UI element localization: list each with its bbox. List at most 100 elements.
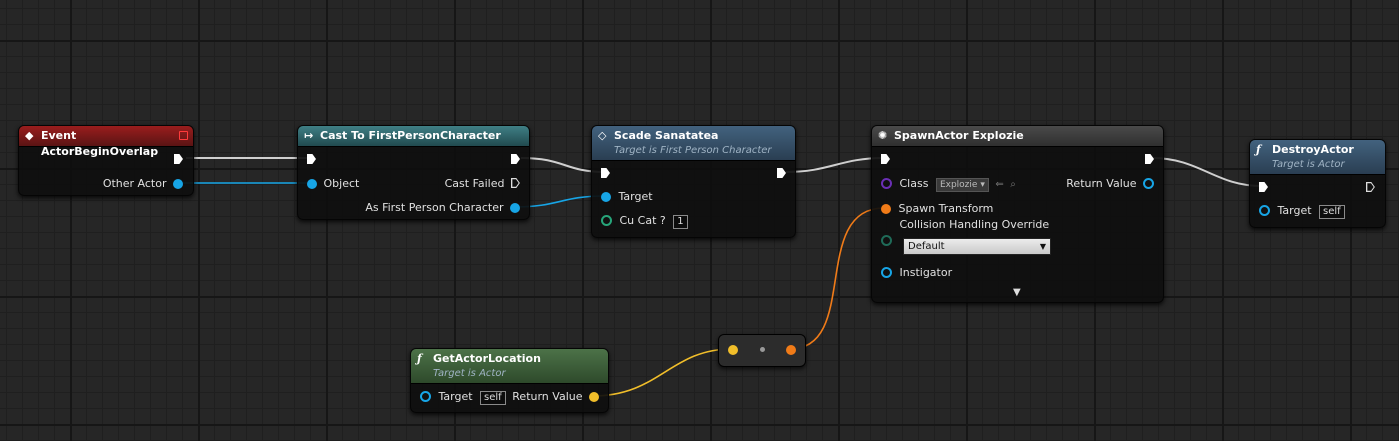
object-pin-icon (881, 267, 892, 278)
function-diamond-icon: ◇ (598, 129, 607, 142)
exec-pin-icon (881, 154, 890, 164)
spawn-class-label: Class (899, 177, 929, 190)
cu-cat-value-input[interactable]: 1 (673, 215, 688, 229)
cast-exec-out-pin[interactable] (511, 153, 520, 167)
scade-exec-out-pin[interactable] (777, 167, 786, 181)
getlocation-return-value-pin[interactable]: Return Value (512, 390, 599, 404)
spawn-return-value-pin[interactable]: Return Value (1066, 177, 1154, 191)
spawn-node-header[interactable]: ✺ SpawnActor Explozie (872, 126, 1163, 147)
int-pin-icon (601, 215, 612, 226)
cast-failed-label: Cast Failed (444, 177, 505, 190)
browse-magnifier-icon[interactable]: ⌕ (1010, 179, 1016, 190)
exec-pin-icon (307, 154, 316, 164)
exec-pin-icon (777, 168, 786, 178)
spawn-class-pin[interactable]: Class Explozie ▾ ⇐ ⌕ (881, 177, 1016, 192)
object-pin-icon (173, 179, 183, 189)
destroy-node-header[interactable]: ƒ DestroyActor Target is Actor (1250, 140, 1385, 175)
event-node-header[interactable]: ◆ Event ActorBeginOverlap (19, 126, 193, 158)
getlocation-node-title: GetActorLocation (433, 352, 541, 365)
delegate-pin-icon[interactable] (179, 131, 188, 140)
destroy-exec-in-pin[interactable] (1259, 181, 1268, 195)
exec-pin-icon (1145, 154, 1154, 164)
getlocation-node-subtitle: Target is Actor (433, 368, 506, 379)
destroyactor-node[interactable]: ƒ DestroyActor Target is Actor Target se… (1249, 139, 1386, 228)
collision-override-label: Collision Handling Override (899, 218, 1050, 231)
cast-object-pin[interactable]: Object (307, 177, 359, 191)
destroy-target-label: Target (1277, 204, 1312, 217)
scade-target-pin[interactable]: Target (601, 190, 653, 204)
cast-failed-pin[interactable]: Cast Failed (445, 177, 520, 191)
spawn-actor-icon: ✺ (878, 129, 888, 142)
destroy-target-pin[interactable]: Target self (1259, 204, 1345, 219)
destroy-target-value: self (1319, 205, 1345, 219)
scade-node-header[interactable]: ◇ Scade Sanatatea Target is First Person… (592, 126, 795, 161)
event-exec-out-pin[interactable] (174, 153, 183, 167)
destroy-node-subtitle: Target is Actor (1272, 159, 1345, 170)
scade-target-label: Target (618, 190, 653, 203)
cast-to-firstpersoncharacter-node[interactable]: ↦ Cast To FirstPersonCharacter Object Ca… (297, 125, 530, 220)
destroy-exec-out-pin[interactable] (1366, 181, 1375, 195)
cast-node-header[interactable]: ↦ Cast To FirstPersonCharacter (298, 126, 529, 147)
transform-pin-icon (881, 204, 891, 214)
other-actor-pin[interactable]: Other Actor (103, 177, 183, 191)
spawn-node-title: SpawnActor Explozie (894, 129, 1024, 142)
conversion-dot-icon (760, 347, 765, 352)
byte-pin-icon (881, 235, 892, 246)
use-selected-arrow-icon[interactable]: ⇐ (995, 179, 1003, 190)
cast-node-title: Cast To FirstPersonCharacter (320, 129, 501, 142)
as-first-person-character-pin[interactable]: As First Person Character (365, 201, 520, 215)
blueprint-graph-canvas[interactable]: ◆ Event ActorBeginOverlap Other Actor ↦ … (0, 0, 1399, 441)
vector-to-transform-conversion-node[interactable] (718, 334, 806, 367)
exec-hollow-pin-icon (1366, 182, 1375, 192)
event-diamond-icon: ◆ (25, 129, 34, 142)
object-pin-icon (1143, 178, 1154, 189)
expand-advanced-chevron-icon[interactable]: ▼ (1013, 286, 1021, 300)
collision-override-dropdown[interactable]: Default (903, 238, 1051, 255)
spawn-exec-in-pin[interactable] (881, 153, 890, 167)
vector-pin-icon (589, 392, 599, 402)
exec-pin-icon (601, 168, 610, 178)
scade-sanatatea-node[interactable]: ◇ Scade Sanatatea Target is First Person… (591, 125, 796, 238)
object-pin-icon (601, 192, 611, 202)
vector-in-pin-icon[interactable] (728, 345, 738, 355)
exec-wire-scade-to-spawn[interactable] (785, 157, 885, 173)
spawn-transform-label: Spawn Transform (898, 202, 994, 215)
cast-exec-in-pin[interactable] (307, 153, 316, 167)
function-f-icon: ƒ (1256, 143, 1261, 156)
getlocation-target-label: Target (438, 390, 473, 403)
other-actor-label: Other Actor (102, 177, 167, 190)
scade-node-subtitle: Target is First Person Character (614, 145, 772, 156)
object-pin-icon (510, 203, 520, 213)
exec-hollow-pin-icon (511, 178, 520, 188)
getlocation-target-pin[interactable]: Target self (420, 390, 506, 405)
spawnactor-explozie-node[interactable]: ✺ SpawnActor Explozie Class Explozie ▾ ⇐… (871, 125, 1164, 303)
getlocation-return-value-label: Return Value (512, 390, 583, 403)
transform-out-pin-icon[interactable] (786, 345, 796, 355)
transform-wire-reroute-to-spawn[interactable] (789, 207, 885, 350)
cu-cat-label: Cu Cat ? (619, 214, 666, 227)
spawn-exec-out-pin[interactable] (1145, 153, 1154, 167)
scade-exec-in-pin[interactable] (601, 167, 610, 181)
event-actorbeginoverlap-node[interactable]: ◆ Event ActorBeginOverlap Other Actor (18, 125, 194, 196)
collision-override-value: Default (908, 241, 945, 252)
getactorlocation-node[interactable]: ƒ GetActorLocation Target is Actor Targe… (410, 348, 609, 413)
cast-arrow-icon: ↦ (304, 129, 314, 142)
spawn-return-value-label: Return Value (1066, 177, 1137, 190)
spawn-transform-pin[interactable]: Spawn Transform (881, 202, 993, 216)
function-f-icon: ƒ (417, 352, 422, 365)
destroy-node-title: DestroyActor (1272, 143, 1354, 156)
exec-wire-spawn-to-destroy[interactable] (1151, 157, 1263, 187)
vector-wire-location-to-reroute[interactable] (591, 348, 733, 397)
exec-pin-icon (174, 154, 183, 164)
exec-pin-icon (511, 154, 520, 164)
object-pin-icon (420, 391, 431, 402)
getlocation-node-header[interactable]: ƒ GetActorLocation Target is Actor (411, 349, 608, 384)
scade-node-title: Scade Sanatatea (614, 129, 719, 142)
as-fpc-label: As First Person Character (365, 201, 504, 214)
cu-cat-pin[interactable]: Cu Cat ? 1 (601, 214, 688, 229)
getlocation-target-value: self (480, 391, 506, 405)
instigator-pin[interactable]: Instigator (881, 266, 952, 280)
class-select[interactable]: Explozie ▾ (935, 178, 989, 192)
instigator-label: Instigator (899, 266, 953, 279)
class-select-value: Explozie (939, 180, 978, 190)
